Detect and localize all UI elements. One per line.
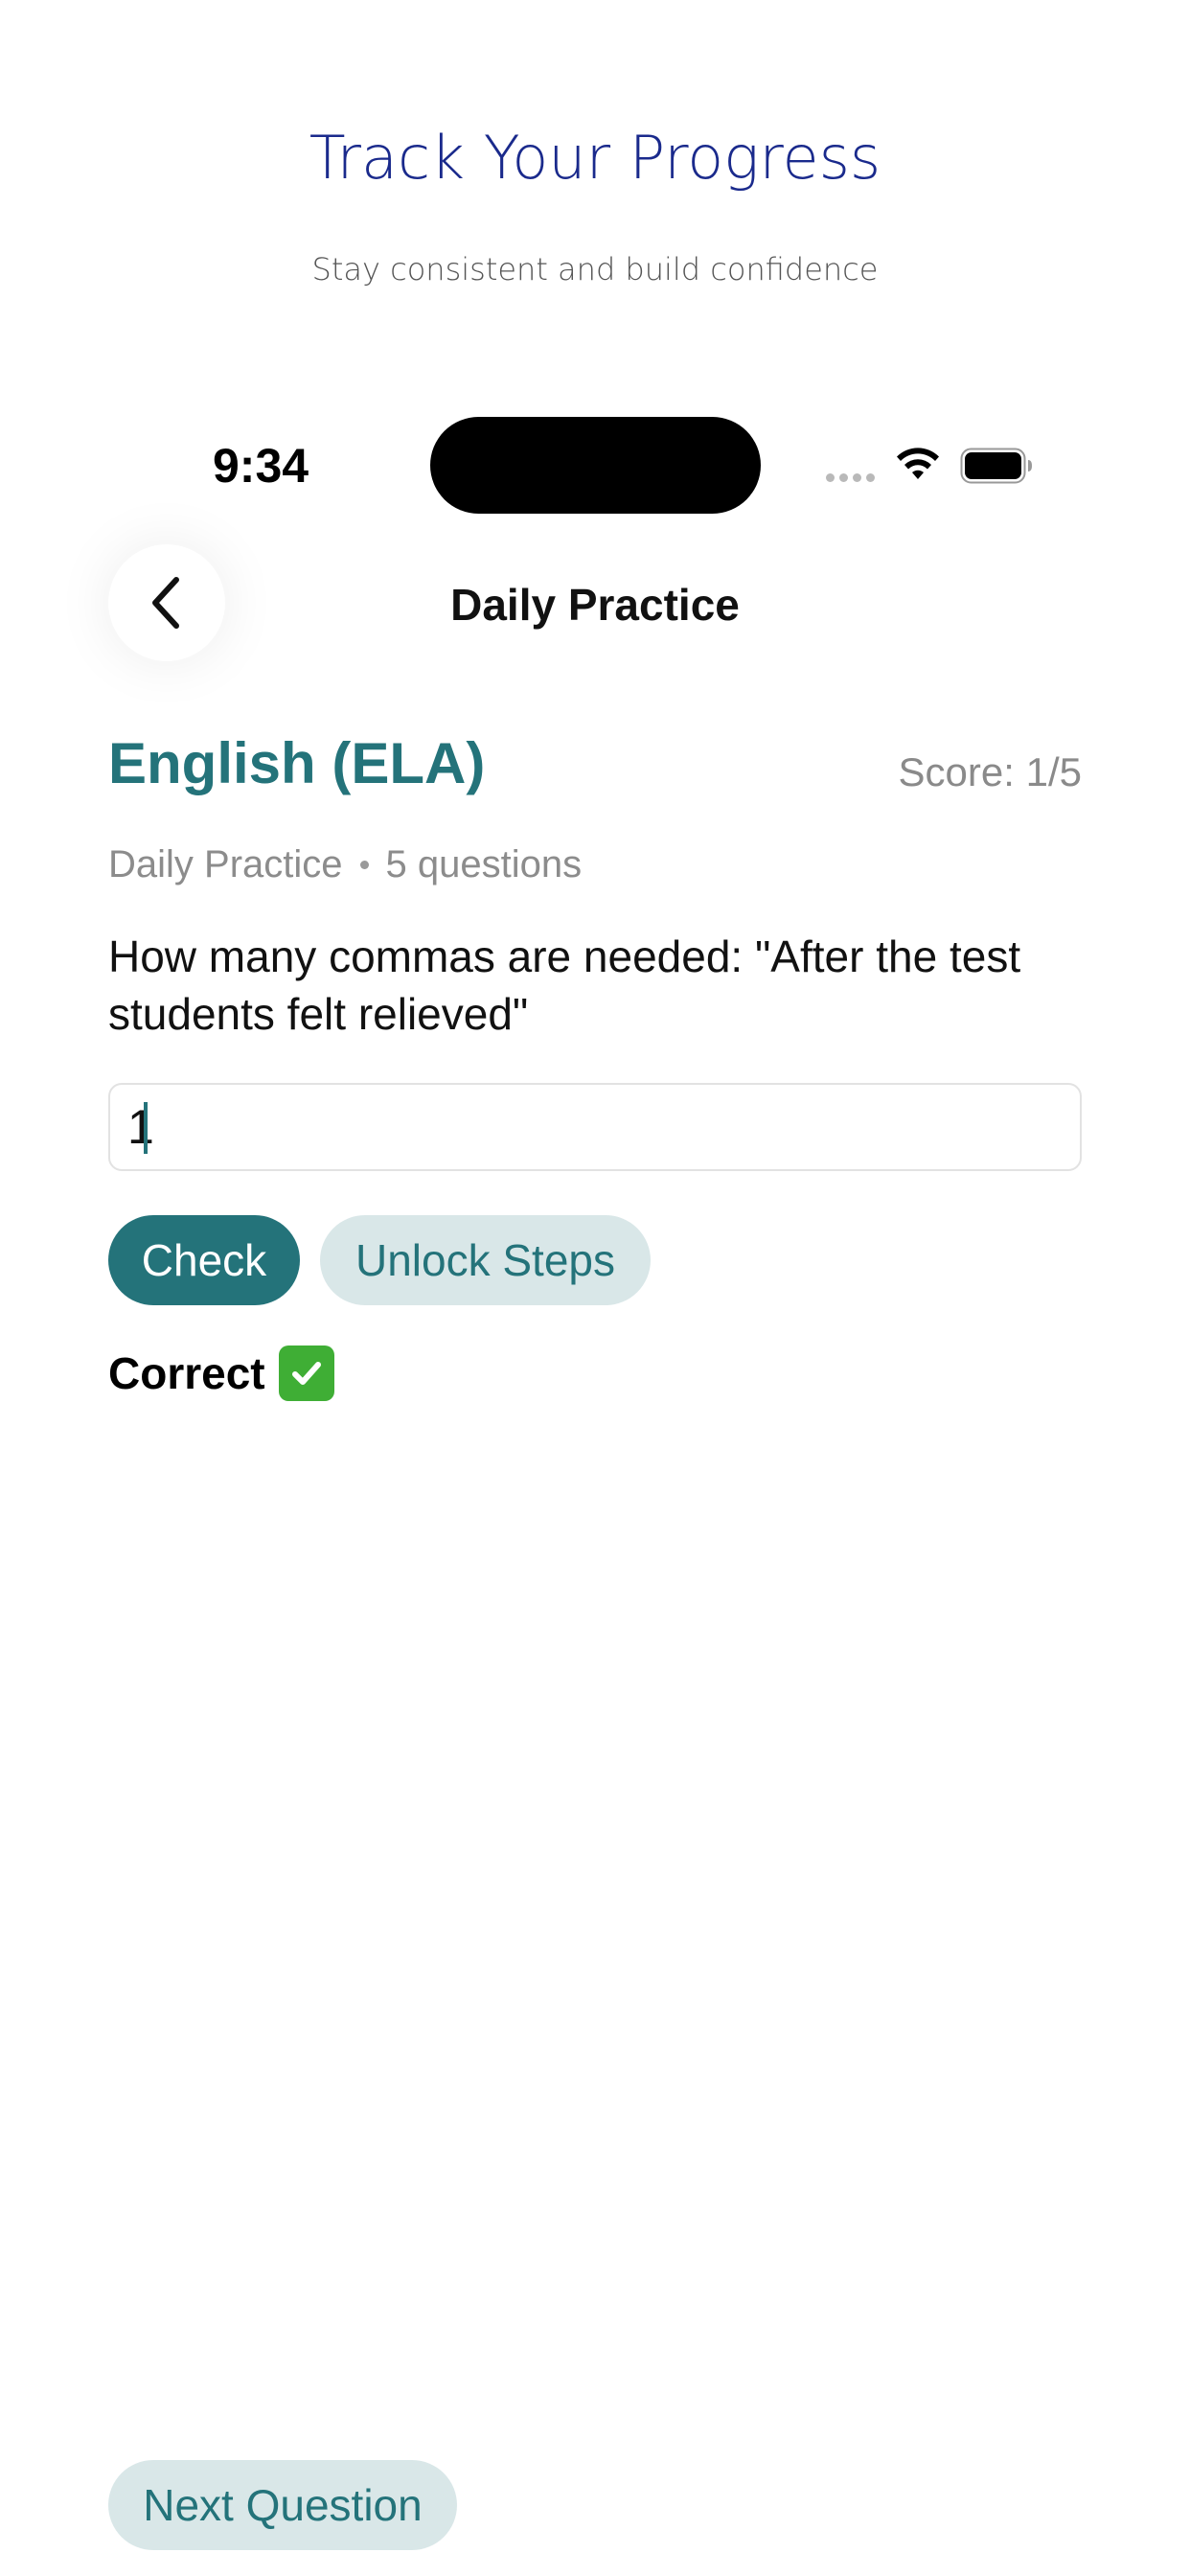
question-count: 5 questions bbox=[385, 843, 583, 886]
text-caret bbox=[144, 1102, 148, 1154]
marketing-title: Track Your Progress bbox=[309, 123, 881, 193]
dynamic-island bbox=[430, 417, 761, 514]
separator-dot bbox=[359, 861, 369, 869]
practice-meta: Daily Practice 5 questions bbox=[108, 843, 582, 886]
answer-input[interactable] bbox=[108, 1083, 1082, 1171]
subject-title: English (ELA) bbox=[108, 731, 486, 795]
signal-dots-icon bbox=[826, 473, 875, 482]
check-mark-button-icon bbox=[278, 1346, 334, 1401]
next-question-button[interactable]: Next Question bbox=[108, 2460, 457, 2550]
battery-icon bbox=[960, 448, 1032, 484]
practice-mode: Daily Practice bbox=[108, 843, 343, 886]
feedback-label: Correct bbox=[108, 1348, 265, 1398]
wifi-icon bbox=[897, 448, 939, 479]
status-time: 9:34 bbox=[213, 439, 309, 493]
check-button[interactable]: Check bbox=[108, 1215, 300, 1305]
score-text: Score: 1/5 bbox=[898, 749, 1082, 794]
page-title: Daily Practice bbox=[450, 580, 740, 630]
answer-feedback: Correct bbox=[108, 1346, 334, 1401]
unlock-steps-button[interactable]: Unlock Steps bbox=[320, 1215, 651, 1305]
question-text: How many commas are needed: "After the t… bbox=[108, 932, 1021, 1039]
marketing-subtitle: Stay consistent and build confidence bbox=[311, 251, 879, 288]
